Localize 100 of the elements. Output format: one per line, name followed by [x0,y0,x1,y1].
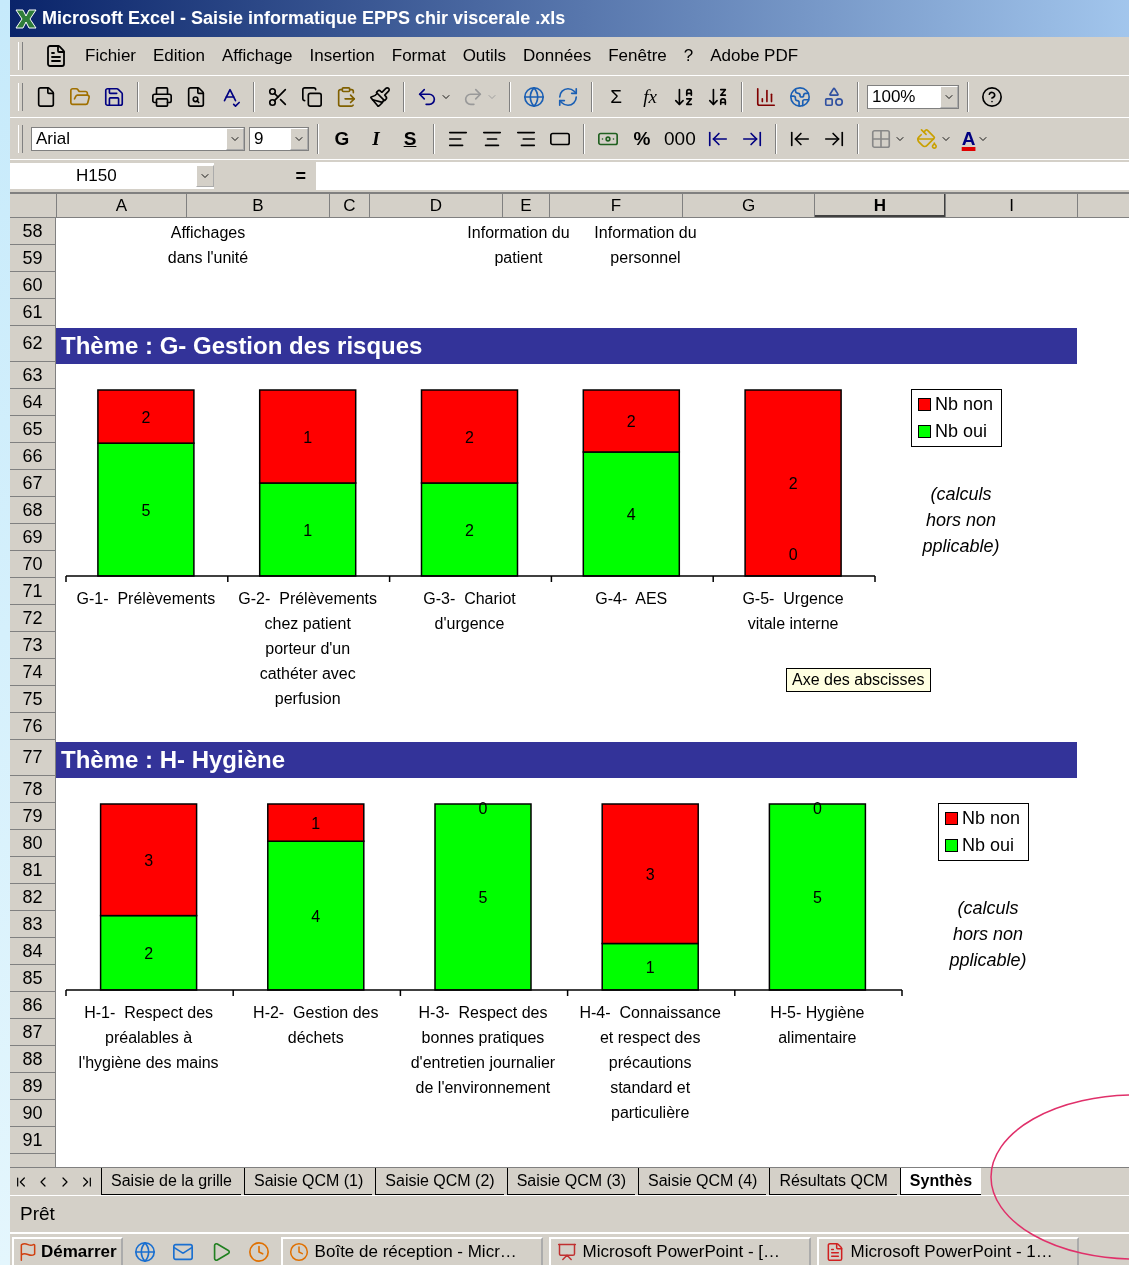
taskbar-button[interactable]: Microsoft PowerPoint - 1… [816,1237,1079,1265]
category-label: G-1- Prélèvements [75,589,217,609]
cell-text: Affichages dans l'unité [166,223,250,268]
data-label: 3 [645,865,655,883]
bold-button[interactable]: G [327,122,357,155]
dropdown-button[interactable] [196,165,214,187]
shapes-icon [823,85,845,108]
menu-item[interactable]: ? [683,46,694,66]
data-label: 1 [303,521,313,539]
menu-item[interactable]: Adobe PDF [710,46,799,66]
font-size-field[interactable]: 9 [249,126,309,151]
cell-text: Information du patient [466,223,571,268]
refresh-icon [557,85,579,108]
font-color-button[interactable]: A [958,122,993,155]
blank-page-icon [35,85,57,108]
data-label: 5 [141,501,151,519]
dropdown-button[interactable] [290,127,308,150]
data-label: 5 [478,889,488,906]
font-field[interactable]: Arial [31,126,245,151]
copy-icon [301,85,323,108]
taskbar-button[interactable]: Microsoft PowerPoint - [… [548,1237,811,1265]
category-label: G-3- Chariot d'urgence [422,589,517,634]
data-label: 5 [812,889,822,906]
sheet-tab[interactable]: Saisie QCM (3) [506,1168,636,1195]
legend-label: Nb non [935,394,994,415]
legend-label: Nb oui [935,421,988,442]
menu-item[interactable]: Edition [153,46,205,66]
folder-icon [69,85,91,108]
menu-item[interactable]: Fenêtre [608,46,667,66]
sheet-tab[interactable]: Résultats QCM [769,1168,897,1195]
data-label: 1 [645,958,655,976]
grid-icon [869,127,892,150]
category-label: G-2- Prélèvements chez patient porteur d'un cathéter avec perfusion [237,589,379,709]
data-label: 2 [141,408,151,426]
mail-icon [171,1241,194,1263]
document-icon [44,44,68,68]
zoom-field[interactable]: 100% [867,84,959,109]
chart-note: (calculs hors non pplicable) [921,483,1001,558]
sheet-tab[interactable]: Saisie QCM (1) [243,1168,373,1195]
printer-icon [151,85,173,108]
dropdown-button[interactable] [940,85,958,108]
menu-item[interactable]: Outils [462,46,507,66]
menu-item[interactable]: Fichier [85,46,136,66]
chart-note: (calculs hors non pplicable) [948,897,1028,972]
data-label: 0 [788,546,798,563]
autosum-button[interactable]: Σ [601,80,631,113]
theme-header: Thème : G- Gestion des risques [56,328,1077,364]
floppy-icon [103,85,125,108]
sheet-tab[interactable]: Saisie QCM (2) [375,1168,504,1195]
italic-button[interactable]: I [361,122,391,155]
category-label: H-3- Respect des bonnes pratiques d'entretien journalier de l'environnement [409,1003,557,1098]
data-label: 2 [465,428,474,446]
data-label: 1 [311,814,321,832]
select-all-corner[interactable] [10,194,57,218]
brush-icon [369,85,391,108]
data-label: 1 [303,428,313,446]
clock-icon [247,1241,270,1263]
data-label: 2 [788,475,798,492]
theme-header: Thème : H- Hygiène [56,742,1077,778]
percent-button[interactable]: % [627,122,657,155]
column-header[interactable]: H [815,194,946,218]
sheet-tab[interactable]: Saisie QCM (4) [638,1168,767,1195]
flag-icon [18,1242,38,1262]
paint-bucket-icon [915,127,938,150]
thousands-button[interactable]: 000 [661,122,699,155]
data-label: 2 [465,521,474,539]
sheet-tab[interactable]: Saisie de la grille [101,1168,241,1195]
menu-item[interactable]: Format [391,46,446,66]
menu-item[interactable]: Insertion [309,46,375,66]
formula-equals: = [294,165,307,187]
data-label: 2 [626,413,636,430]
function-button[interactable]: fx [635,80,665,113]
sheet-tab[interactable]: Synthès [899,1168,982,1195]
earth-icon [789,85,811,108]
taskbar-button[interactable]: Boîte de réception - Micr… [280,1237,543,1265]
cross-logo-icon [14,7,38,30]
presentation-icon [556,1242,577,1262]
start-button[interactable]: Démarrer [12,1237,123,1265]
dropdown-button[interactable] [226,127,244,150]
tooltip: Axe des abscisses [786,668,931,692]
category-label: H-2- Gestion des déchets [252,1003,380,1048]
name-box[interactable]: H150 [10,163,214,189]
category-label: G-5- Urgence vitale interne [741,589,845,634]
category-label: G-4- AES [594,589,669,609]
formula-field[interactable] [316,162,1129,190]
category-label: H-1- Respect des préalables à l'hygiène des mains [77,1003,220,1073]
clock-icon [288,1242,309,1262]
data-label: 4 [311,907,321,925]
category-label: H-4- Connaissance et respect des précautions standard et particulière [578,1003,722,1123]
scissors-icon [267,85,289,108]
legend-label: Nb oui [962,835,1015,856]
data-label: 4 [626,506,636,523]
data-label: 2 [144,944,154,962]
clipboard-icon [335,85,357,108]
status-text: Prêt [20,1203,55,1225]
category-label: H-5- Hygiène alimentaire [769,1003,866,1048]
underline-button[interactable]: S [395,122,425,155]
menu-item[interactable]: Affichage [222,46,293,66]
menu-item[interactable]: Données [523,46,592,66]
cell-text: Information du personnel [593,223,698,268]
